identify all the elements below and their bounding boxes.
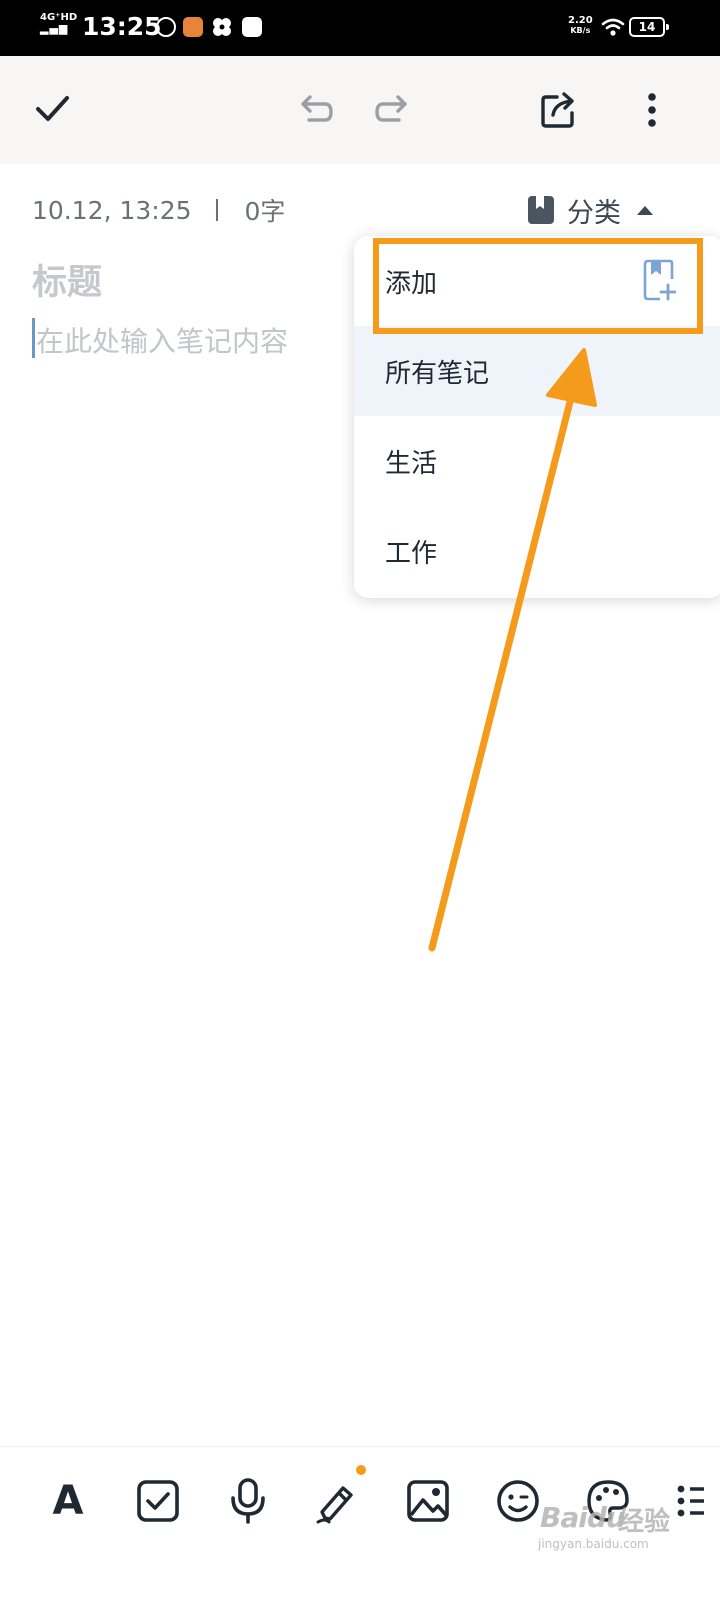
pen-icon[interactable] <box>314 1477 362 1525</box>
annotation-arrow <box>428 348 597 952</box>
checklist-icon[interactable] <box>134 1477 182 1525</box>
baidu-jingyan-watermark: Baidu 经验 jingyan.baidu.com <box>532 1497 720 1557</box>
text-style-icon[interactable]: A <box>44 1477 92 1525</box>
image-icon[interactable] <box>404 1477 452 1525</box>
text-style-label: A <box>52 1478 84 1524</box>
watermark-brand: 经验 <box>618 1507 671 1537</box>
microphone-icon[interactable] <box>224 1477 272 1525</box>
watermark-logo: Baidu <box>540 1501 626 1534</box>
watermark-url: jingyan.baidu.com <box>538 1537 649 1551</box>
pen-badge-dot <box>356 1465 366 1475</box>
